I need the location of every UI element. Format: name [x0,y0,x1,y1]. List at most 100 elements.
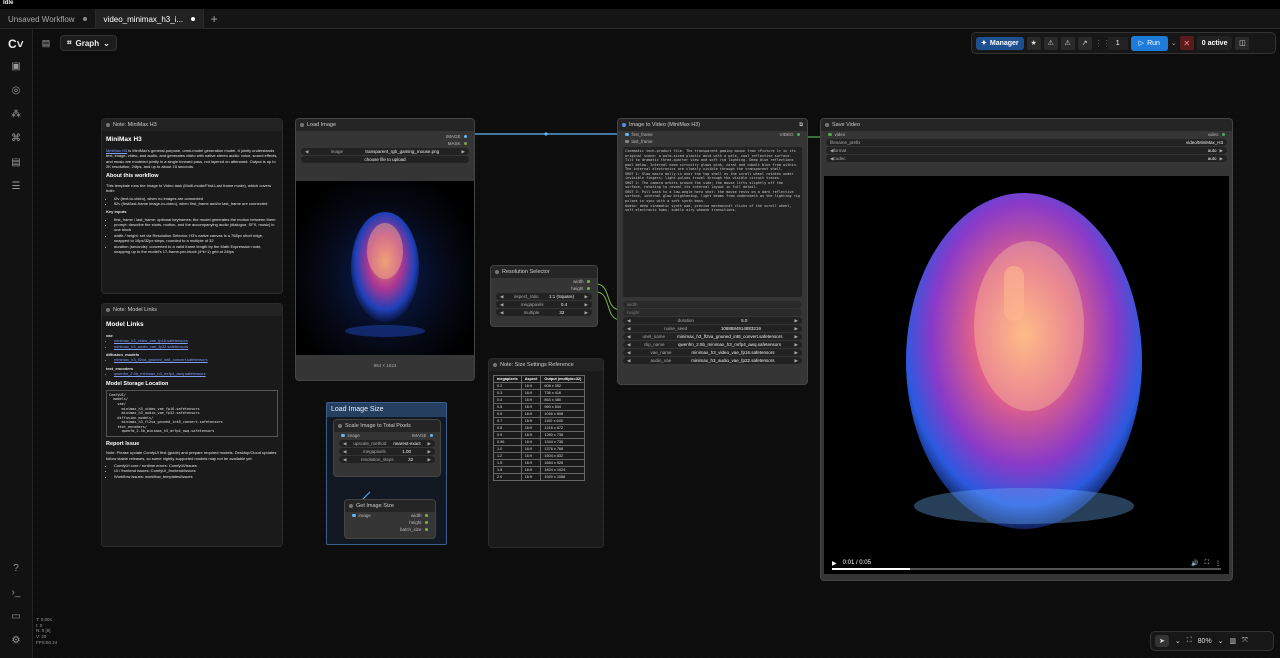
arrow-right-icon[interactable]: ▶ [585,310,588,316]
collapse-dot-icon[interactable] [493,363,497,367]
port-dot[interactable] [586,279,590,284]
arrow-left-icon[interactable]: ◀ [627,350,630,356]
arrow-right-icon[interactable]: ▶ [428,457,431,463]
play-icon[interactable]: ▶ [832,560,837,567]
scale-image-node[interactable]: Scale Image to Total Pixels image IMAGE ◀… [333,419,441,477]
audio-vae-widget[interactable]: ◀ audio_vae minimax_h3_audio_vae_fp32.safe… [623,357,802,364]
arrow-right-icon[interactable]: ▶ [585,294,588,300]
image-to-video-node[interactable]: Image to Video (MiniMax H3) ⧉ first_frame… [617,118,808,385]
volume-icon[interactable]: 🔊 [1191,560,1198,567]
megapixels-widget[interactable]: ◀ megapixels 0.4 ▶ [496,301,592,308]
port-dot[interactable] [1221,132,1225,137]
pin-icon[interactable]: ⧉ [799,122,803,129]
output-batch-size[interactable]: batch_size [345,526,435,533]
arrow-left-icon[interactable]: ◀ [627,342,630,348]
arrow-left-icon[interactable]: ◀ [343,449,346,455]
arrow-left-icon[interactable]: ◀ [627,326,630,332]
multiple-widget[interactable]: ◀ multiple 32 ▶ [496,309,592,316]
arrow-left-icon[interactable]: ◀ [627,358,630,364]
more-options-icon[interactable]: ⋮ [1215,560,1221,567]
upscale-method-widget[interactable]: ◀ upscale_method nearest-exact ▶ [339,440,435,447]
arrow-right-icon[interactable]: ▶ [462,149,465,155]
get-image-size-node[interactable]: Get Image Size image width height batch_s… [344,499,436,539]
format-widget[interactable]: ◀ format auto ▶ [826,147,1227,154]
output-height[interactable]: height [345,519,435,526]
note-minimax-h3-node[interactable]: Note: MiniMax H3 MiniMax H3 MiniMax H3 i… [101,118,283,294]
note-size-reference-node[interactable]: Note: Size Settings Reference megapixels… [488,358,604,548]
chevron-down-icon[interactable]: ⌄ [1175,637,1181,645]
unet-name-widget[interactable]: ◀ unet_name minimax_h3_fl2va_gnuned_int8_c… [623,333,802,340]
port-dot[interactable] [796,132,800,137]
minimap-icon[interactable]: ▥ [1230,637,1237,645]
arrow-left-icon[interactable]: ◀ [627,318,630,324]
arrow-left-icon[interactable]: ◀ [305,149,308,155]
resolution-steps-widget[interactable]: ◀ resolution_steps 32 ▶ [339,456,435,463]
save-video-node[interactable]: Save Video video video filename_prefix vid… [820,118,1233,581]
video-progress-track[interactable] [832,568,1221,570]
arrow-right-icon[interactable]: ▶ [795,318,798,324]
zoom-level[interactable]: 80% [1198,638,1212,645]
megapixels-widget[interactable]: ◀ megapixels 1.00 ▶ [339,448,435,455]
video-player[interactable]: ▶ 0:01 / 0:05 🔊 ⛶ ⋮ [824,176,1229,574]
port-dot[interactable] [625,139,629,144]
group-title[interactable]: Load Image Size [327,403,446,417]
note-model-links-node[interactable]: Note: Model Links Model Links vae minima… [101,303,283,547]
model-link[interactable]: minimax_h3_fl2va_gnuned_int8_convert.saf… [114,357,278,362]
collapse-dot-icon[interactable] [349,504,353,508]
port-dot[interactable] [352,513,356,518]
arrow-left-icon[interactable]: ◀ [343,457,346,463]
height-input[interactable]: height [623,309,802,316]
arrow-right-icon[interactable]: ▶ [428,449,431,455]
width-input[interactable]: width [623,301,802,308]
model-link[interactable]: qwenfm_2.5b_minimax_h3_mrfp4_awq.safeten… [114,371,278,376]
fit-view-icon[interactable]: ⛶ [1187,637,1192,645]
fullscreen-icon[interactable]: ⛶ [1205,560,1209,567]
chevron-down-icon[interactable]: ⌄ [1218,637,1224,645]
arrow-right-icon[interactable]: ▶ [585,302,588,308]
collapse-dot-icon[interactable] [825,123,829,127]
collapse-dot-icon[interactable] [495,270,499,274]
arrow-left-icon[interactable]: ◀ [343,441,346,447]
collapse-dot-icon[interactable] [106,308,110,312]
codec-widget[interactable]: ◀ codec auto ▶ [826,155,1227,162]
noise-seed-widget[interactable]: ◀ noise_seed 1088884914883219 ▶ [623,325,802,332]
output-width[interactable]: width [491,278,597,285]
arrow-left-icon[interactable]: ◀ [627,334,630,340]
select-tool-icon[interactable]: ➤ [1155,635,1169,647]
resolution-selector-node[interactable]: Resolution Selector width height ◀ aspect… [490,265,598,327]
arrow-right-icon[interactable]: ▶ [795,342,798,348]
arrow-right-icon[interactable]: ▶ [795,350,798,356]
collapse-dot-icon[interactable] [300,123,304,127]
image-select-widget[interactable]: ◀ image transparent_rgb_gaming_mouse.png ▶ [301,148,469,155]
clip-name-widget[interactable]: ◀ clip_name qwenfm_2.5b_minimax_h3_mrfp4_a… [623,341,802,348]
port-dot[interactable] [463,134,467,139]
port-dot[interactable] [424,513,428,518]
collapse-dot-icon[interactable] [338,424,342,428]
port-dot[interactable] [429,433,433,438]
arrow-left-icon[interactable]: ◀ [500,294,503,300]
output-image[interactable]: IMAGE [296,133,474,140]
collapse-dot-icon[interactable] [106,123,110,127]
load-image-node[interactable]: Load Image IMAGE MASK ◀ image transparent_… [295,118,475,381]
duration-widget[interactable]: ◀ duration 5.0 ▶ [623,317,802,324]
aspect-ratio-widget[interactable]: ◀ aspect_ratio 1:1 (Square) ▶ [496,293,592,300]
output-height[interactable]: height [491,285,597,292]
arrow-right-icon[interactable]: ▶ [795,326,798,332]
prompt-textarea[interactable]: Cinematic tech-product film. The transpa… [623,147,802,297]
port-dot[interactable] [463,141,467,146]
model-link[interactable]: minimax_h3_audio_vae_fp32.safetensors [114,344,278,349]
port-dot[interactable] [341,433,345,438]
port-dot[interactable] [424,520,428,525]
arrow-left-icon[interactable]: ◀ [500,310,503,316]
upload-button[interactable]: choose file to upload [301,156,469,163]
arrow-right-icon[interactable]: ▶ [428,441,431,447]
arrow-right-icon[interactable]: ▶ [1220,148,1223,154]
port-dot[interactable] [625,132,629,137]
load-image-size-group[interactable]: Load Image Size Scale Image to Total Pix… [326,402,447,545]
vae-name-widget[interactable]: ◀ vae_name minimax_h3_video_vae_fp16.safet… [623,349,802,356]
arrow-left-icon[interactable]: ◀ [500,302,503,308]
output-mask[interactable]: MASK [296,140,474,147]
filename-prefix-widget[interactable]: filename_prefix video/MiniMax_H3 [826,139,1227,146]
minimax-link[interactable]: MiniMax H3 [106,148,127,153]
port-dot[interactable] [424,527,428,532]
